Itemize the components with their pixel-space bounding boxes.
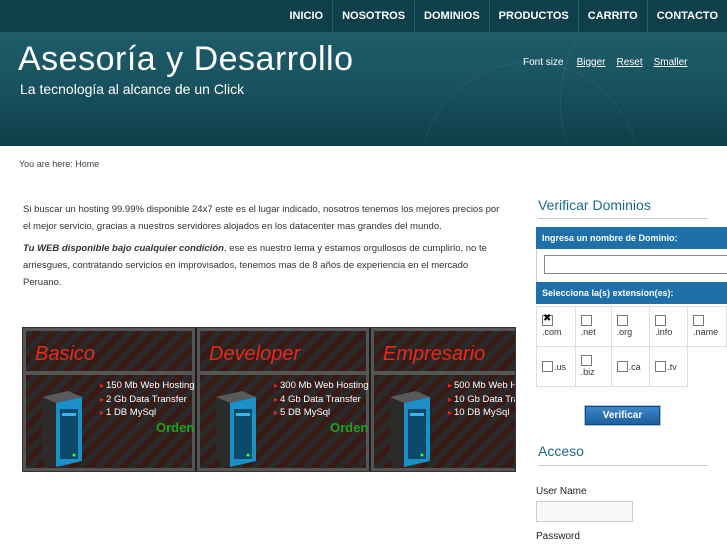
ext-label: .biz [580,367,595,377]
extensions-label: Selecciona la(s) extension(es): [536,282,727,304]
login-title: Acceso [538,443,584,459]
domain-check-form: Ingresa un nombre de Dominio: Selecciona… [536,227,727,304]
ext-label: .ca [628,361,641,372]
ext-cell-name[interactable]: .name [687,306,727,347]
checkbox-ca[interactable] [616,361,628,372]
nav-item-dominios[interactable]: DOMINIOS [414,0,489,32]
checkbox-org[interactable] [616,315,628,326]
ext-cell-info[interactable]: .info [649,306,689,347]
plan-feature: 150 Mb Web Hosting [100,379,195,393]
ext-label: .us [554,361,567,372]
plan-feature: 300 Mb Web Hosting [274,379,369,393]
site-slogan: La tecnología al alcance de un Click [20,81,245,97]
username-label: User Name [536,486,587,497]
checkbox-net[interactable] [580,315,592,326]
username-input[interactable] [536,501,633,522]
divider [538,465,708,466]
nav-item-carrito[interactable]: CARRITO [577,0,647,32]
plan-feature: 10 DB MySql [448,406,515,420]
ext-label: .org [616,327,633,337]
font-bigger-link[interactable]: Bigger [577,57,606,68]
empty-cell [688,347,727,387]
ext-label: .net [580,327,596,337]
ext-cell-biz[interactable]: .biz [574,346,612,387]
plan-features: 500 Mb Web H 10 Gb Data Tra 10 DB MySql [448,379,515,420]
plan-feature: 1 DB MySql [100,406,195,420]
server-icon [216,391,256,467]
plan-card-developer[interactable]: Developer 300 Mb Web Hosting 4 Gb Data T… [197,328,369,471]
ext-cell-org[interactable]: .org [610,306,651,347]
extensions-grid: .com .net .org .info .name .us .biz .ca … [536,306,727,387]
breadcrumb: You are here: Home [19,159,100,169]
order-link[interactable]: Orden [330,420,368,435]
ext-label: .info [655,327,673,337]
checkbox-name[interactable] [693,315,705,326]
checkbox-info[interactable] [655,315,667,326]
order-link[interactable]: Orden [156,420,194,435]
font-size-label: Font size [523,57,564,68]
ext-cell-net[interactable]: .net [574,306,612,347]
plan-divider [374,371,515,375]
nav-item-nosotros[interactable]: NOSOTROS [332,0,414,32]
plan-title: Empresario [383,343,486,365]
ext-cell-tv[interactable]: .tv [649,346,689,387]
plan-card-empresario[interactable]: Empresario 500 Mb Web H 10 Gb Data Tra 1… [371,328,515,471]
plan-title: Developer [209,343,301,365]
nav-item-productos[interactable]: PRODUCTOS [488,0,578,32]
site-title[interactable]: Asesoría y Desarrollo [18,40,354,79]
server-icon [42,391,82,467]
plan-features: 150 Mb Web Hosting 2 Gb Data Transfer 1 … [100,379,195,420]
password-label: Password [536,531,580,542]
verify-domains-title: Verificar Dominios [538,197,651,213]
plan-title: Basico [35,343,96,365]
domain-input-label: Ingresa un nombre de Dominio: [536,227,727,249]
nav-item-inicio[interactable]: INICIO [280,0,332,32]
ext-cell-com[interactable]: .com [536,306,576,347]
ext-label: .com [542,327,562,337]
font-reset-link[interactable]: Reset [616,57,642,68]
font-smaller-link[interactable]: Smaller [654,57,688,68]
checkbox-com[interactable] [542,313,553,326]
ext-cell-us[interactable]: .us [536,346,576,387]
checkbox-us[interactable] [542,361,553,372]
plan-feature: 10 Gb Data Tra [448,393,515,407]
nav-item-contacto[interactable]: CONTACTO [646,0,727,32]
slogan-paragraph: Tu WEB disponible bajo cualquier condici… [23,240,508,291]
top-navigation: INICIO NOSOTROS DOMINIOS PRODUCTOS CARRI… [0,0,727,32]
ext-cell-ca[interactable]: .ca [610,346,651,387]
hosting-plans-banner[interactable]: Basico 150 Mb Web Hosting 2 Gb Data Tran… [22,327,516,472]
plan-feature: 2 Gb Data Transfer [100,393,195,407]
ext-label: .name [693,327,719,337]
site-header: Asesoría y Desarrollo La tecnología al a… [0,32,727,146]
verify-button[interactable]: Verificar [584,405,661,426]
main-content: Si buscar un hosting 99.99% disponible 2… [23,201,508,296]
domain-input-row [536,249,727,282]
ext-label: .tv [667,361,677,372]
plan-divider [26,371,192,375]
intro-paragraph: Si buscar un hosting 99.99% disponible 2… [23,204,500,232]
checkbox-biz[interactable] [580,355,592,366]
divider [538,218,708,219]
domain-input[interactable] [544,255,727,274]
plan-divider [200,371,366,375]
plan-feature: 5 DB MySql [274,406,369,420]
slogan-bold: Tu WEB disponible bajo cualquier condici… [23,243,224,254]
plan-card-basico[interactable]: Basico 150 Mb Web Hosting 2 Gb Data Tran… [23,328,195,471]
font-size-controls: Font size Bigger Reset Smaller [523,57,688,68]
plan-feature: 500 Mb Web H [448,379,515,393]
server-icon [390,391,430,467]
plan-features: 300 Mb Web Hosting 4 Gb Data Transfer 5 … [274,379,369,420]
plan-feature: 4 Gb Data Transfer [274,393,369,407]
checkbox-tv[interactable] [655,361,667,372]
